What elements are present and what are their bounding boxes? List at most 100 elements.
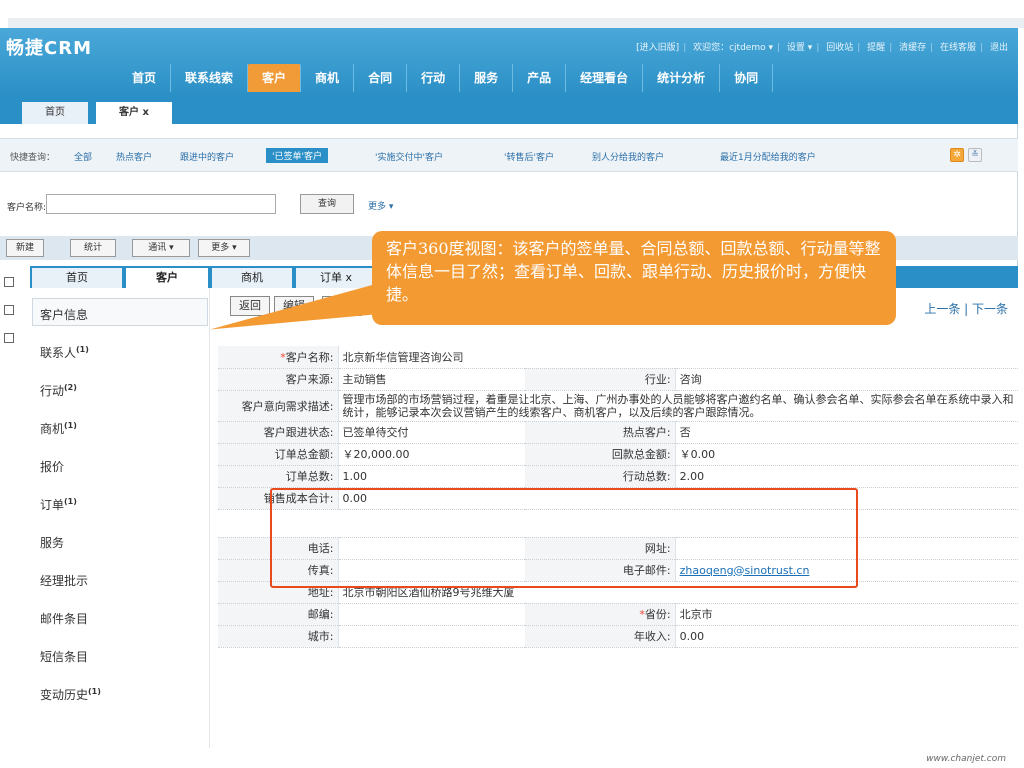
sidebar-item-contacts[interactable]: 联系人(1) xyxy=(40,344,89,361)
logout-link[interactable]: 退出 xyxy=(990,43,1008,53)
sidebar-item-service[interactable]: 服务 xyxy=(40,534,64,551)
nav-product[interactable]: 产品 xyxy=(513,64,567,92)
nav-customer[interactable]: 客户 xyxy=(248,64,302,92)
top-margin xyxy=(0,0,1024,18)
new-button[interactable]: 新建 xyxy=(6,239,44,257)
detail-sidebar: 客户信息 联系人(1) 行动(2) 商机(1) 报价 订单(1) 服务 经理批示… xyxy=(30,288,210,748)
table-row: 客户意向需求描述: 管理市场部的市场营销过程，着重是让北京、上海、广州办事处的人… xyxy=(218,390,1018,422)
old-version-link[interactable]: [进入旧版] xyxy=(636,43,679,53)
nav-service[interactable]: 服务 xyxy=(460,64,514,92)
quick-after-sales[interactable]: '转售后'客户 xyxy=(504,150,554,163)
table-row: 订单总数: 1.00 行动总数: 2.00 xyxy=(218,465,1018,488)
field-label: 行业: xyxy=(525,368,676,391)
field-label: 订单总金额: xyxy=(218,443,339,466)
sidebar-item-count: (1) xyxy=(88,687,101,696)
zip-value xyxy=(338,603,526,626)
sidebar-item-label: 邮件条目 xyxy=(40,612,89,626)
table-row: 客户来源: 主动销售 行业: 咨询 xyxy=(218,368,1018,391)
sidebar-item-quotes[interactable]: 报价 xyxy=(40,458,64,475)
clear-cache-link[interactable]: 清缓存 xyxy=(899,43,926,53)
reminder-link[interactable]: 提醒 xyxy=(867,43,885,53)
quick-hot-customers[interactable]: 热点客户 xyxy=(116,150,152,163)
sidebar-item-history[interactable]: 变动历史(1) xyxy=(40,686,101,703)
overlay-tab-home[interactable]: 首页 xyxy=(32,268,122,288)
header: 畅捷CRM [进入旧版] | 欢迎您：cjtdemo ▾ | 设置 ▾ | 回收站 | … xyxy=(0,28,1018,98)
table-row: 城市: 年收入: 0.00 xyxy=(218,625,1018,648)
customer-name-input[interactable] xyxy=(46,194,276,214)
sidebar-item-label: 报价 xyxy=(40,460,65,474)
sidebar-item-label: 订单 xyxy=(40,498,65,512)
field-label: *省份: xyxy=(525,603,676,626)
quick-recent-month[interactable]: 最近1月分配给我的客户 xyxy=(720,150,816,163)
nav-action[interactable]: 行动 xyxy=(407,64,461,92)
online-support-link[interactable]: 在线客服 xyxy=(940,43,976,53)
nav-opportunity[interactable]: 商机 xyxy=(301,64,355,92)
sidebar-item-sms[interactable]: 短信条目 xyxy=(40,648,88,665)
query-button[interactable]: 查询 xyxy=(300,194,354,214)
communicate-button[interactable]: 通讯 ▾ xyxy=(132,239,190,257)
city-value xyxy=(338,625,526,648)
field-label: 年收入: xyxy=(525,625,676,648)
tab-home[interactable]: 首页 xyxy=(22,102,88,124)
field-label: 客户跟进状态: xyxy=(218,421,339,444)
field-label: 城市: xyxy=(218,625,339,648)
sidebar-item-customer-info[interactable]: 客户信息 xyxy=(40,306,88,323)
welcome-user-menu[interactable]: 欢迎您：cjtdemo ▾ xyxy=(693,43,773,53)
field-label: *客户名称: xyxy=(218,346,339,369)
table-row: 订单总金额: ￥20,000.00 回款总金额: ￥0.00 xyxy=(218,443,1018,466)
sidebar-item-count: (1) xyxy=(64,497,77,506)
tab-customer[interactable]: 客户 x xyxy=(96,102,172,124)
quick-following[interactable]: 跟进中的客户 xyxy=(180,150,234,163)
field-label: 客户来源: xyxy=(218,368,339,391)
order-total-value: ￥20,000.00 xyxy=(338,443,526,466)
gear-icon[interactable]: ✲ xyxy=(950,148,964,162)
hot-customer-value: 否 xyxy=(675,421,1018,444)
annual-income-value: 0.00 xyxy=(675,625,1018,648)
field-label: 客户意向需求描述: xyxy=(218,390,339,422)
overlay-tab-customer[interactable]: 客户 xyxy=(126,268,208,288)
order-count-value: 1.00 xyxy=(338,465,526,488)
sidebar-item-opportunities[interactable]: 商机(1) xyxy=(40,420,77,437)
customer-name-value: 北京新华信管理咨询公司 xyxy=(338,346,1018,369)
main-nav: 首页 联系线索 客户 商机 合同 行动 服务 产品 经理看台 统计分析 协同 xyxy=(118,64,774,92)
field-label: 回款总金额: xyxy=(525,443,676,466)
sidebar-item-actions[interactable]: 行动(2) xyxy=(40,382,77,399)
row-checkbox[interactable] xyxy=(4,305,14,315)
row-checkbox[interactable] xyxy=(4,333,14,343)
field-label: 行动总数: xyxy=(525,465,676,488)
nav-leads[interactable]: 联系线索 xyxy=(171,64,249,92)
collapse-icon[interactable]: ≚ xyxy=(968,148,982,162)
more-button[interactable]: 更多 ▾ xyxy=(198,239,250,257)
more-filter-link[interactable]: 更多 ▾ xyxy=(368,199,393,212)
quick-assigned-to-me[interactable]: 别人分给我的客户 xyxy=(592,150,664,163)
settings-menu[interactable]: 设置 ▾ xyxy=(787,43,812,53)
stats-button[interactable]: 统计 xyxy=(70,239,116,257)
follow-status-value: 已签单待交付 xyxy=(338,421,526,444)
quick-query-bar: 快捷查询： 全部 热点客户 跟进中的客户 '已签单'客户 '实施交付中'客户 '… xyxy=(0,138,1018,172)
nav-collaboration[interactable]: 协同 xyxy=(720,64,774,92)
table-row: *客户名称: 北京新华信管理咨询公司 xyxy=(218,346,1018,369)
annotation-callout: 客户360度视图：该客户的签单量、合同总额、回款总额、行动量等整体信息一目了然；… xyxy=(372,231,896,325)
quick-all[interactable]: 全部 xyxy=(74,150,92,163)
nav-manager-board[interactable]: 经理看台 xyxy=(566,64,644,92)
sidebar-item-label: 客户信息 xyxy=(40,308,89,322)
quick-implementing[interactable]: '实施交付中'客户 xyxy=(375,150,443,163)
customer-source-value: 主动销售 xyxy=(338,368,526,391)
nav-home[interactable]: 首页 xyxy=(118,64,172,92)
recycle-bin-link[interactable]: 回收站 xyxy=(826,43,853,53)
sidebar-item-count: (1) xyxy=(64,421,77,430)
overlay-tab-opportunity[interactable]: 商机 xyxy=(212,268,292,288)
payment-total-value: ￥0.00 xyxy=(675,443,1018,466)
sidebar-item-label: 短信条目 xyxy=(40,650,89,664)
nav-statistics[interactable]: 统计分析 xyxy=(643,64,721,92)
record-pager[interactable]: 上一条 | 下一条 xyxy=(924,300,1008,317)
sidebar-item-orders[interactable]: 订单(1) xyxy=(40,496,77,513)
quick-signed[interactable]: '已签单'客户 xyxy=(266,148,328,163)
sidebar-item-emails[interactable]: 邮件条目 xyxy=(40,610,88,627)
nav-contract[interactable]: 合同 xyxy=(354,64,408,92)
sidebar-item-manager-notes[interactable]: 经理批示 xyxy=(40,572,88,589)
action-count-value: 2.00 xyxy=(675,465,1018,488)
row-checkbox[interactable] xyxy=(4,277,14,287)
footer-url: www.chanjet.com xyxy=(926,754,1006,764)
sidebar-item-label: 经理批示 xyxy=(40,574,89,588)
